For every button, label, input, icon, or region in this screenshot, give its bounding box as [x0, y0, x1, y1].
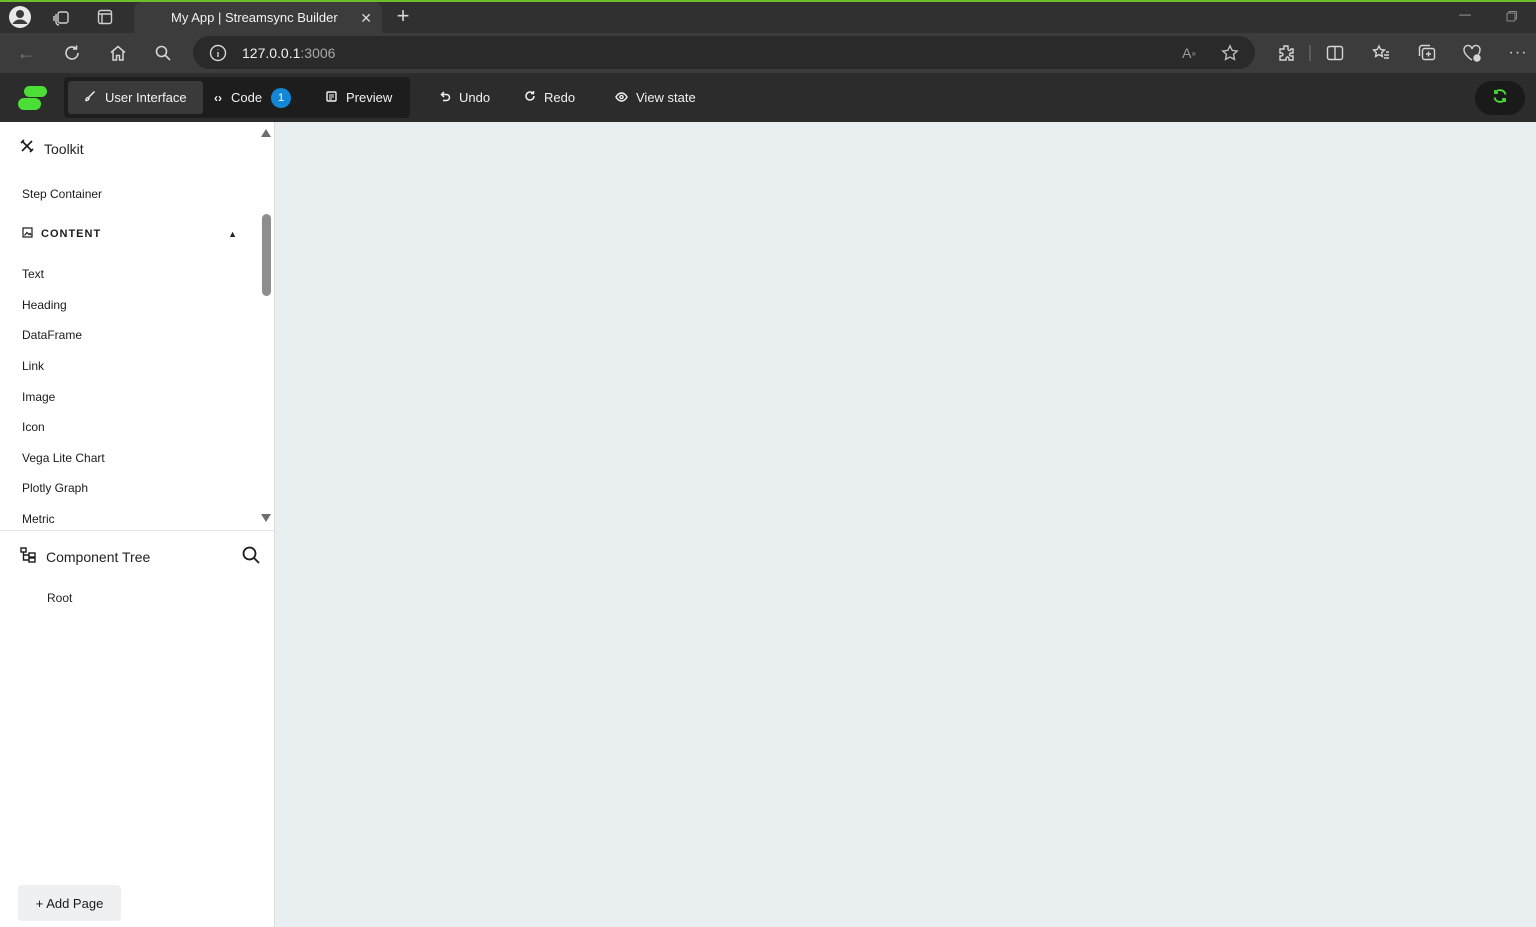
- url-text: 127.0.0.1:3006: [242, 45, 335, 61]
- builder-header: User Interface ‹› Code 1 Preview: [0, 73, 1536, 122]
- tab-title: My App | Streamsync Builder: [171, 10, 338, 25]
- category-content-label: CONTENT: [41, 228, 102, 240]
- toolkit-item-step-container[interactable]: Step Container: [22, 187, 102, 201]
- toolkit-item[interactable]: Image: [22, 390, 55, 404]
- view-state-button[interactable]: View state: [601, 77, 710, 118]
- browser-toolbar: ← 127.0.0.1:3006 A» ···: [0, 33, 1536, 73]
- browser-tab-strip: My App | Streamsync Builder ✕ + ─: [0, 0, 1536, 33]
- favorite-star-icon[interactable]: [1219, 43, 1241, 63]
- mode-code-label: Code: [231, 90, 263, 105]
- mode-switcher: User Interface ‹› Code 1 Preview: [64, 77, 410, 118]
- component-tree-title: Component Tree: [46, 549, 151, 565]
- builder-canvas[interactable]: [275, 122, 1536, 927]
- tree-icon: [20, 546, 36, 568]
- toolkit-item[interactable]: Link: [22, 359, 44, 373]
- toolkit-item[interactable]: Vega Lite Chart: [22, 451, 105, 465]
- read-aloud-icon[interactable]: A»: [1178, 43, 1200, 63]
- workspaces-icon[interactable]: [50, 6, 72, 28]
- site-info-icon[interactable]: [208, 43, 228, 63]
- component-tree-header: Component Tree: [20, 546, 260, 568]
- toolbar-divider: [1309, 45, 1311, 61]
- sync-status-button[interactable]: [1475, 81, 1525, 115]
- preview-icon: [326, 90, 337, 105]
- more-menu-icon[interactable]: ···: [1506, 41, 1530, 65]
- view-state-label: View state: [636, 90, 696, 105]
- undo-icon: [439, 90, 451, 105]
- sync-icon: [1492, 88, 1508, 109]
- split-screen-icon[interactable]: [1323, 41, 1347, 65]
- mode-preview-label: Preview: [346, 90, 393, 105]
- eye-icon: [615, 90, 628, 105]
- builder-sidebar: Toolkit Step Container CONTENT ▲ Text He…: [0, 122, 275, 927]
- extensions-icon[interactable]: [1274, 41, 1298, 65]
- back-icon[interactable]: ←: [14, 42, 38, 64]
- redo-button[interactable]: Redo: [510, 77, 589, 118]
- refresh-icon[interactable]: [60, 42, 84, 64]
- mode-user-interface-button[interactable]: User Interface: [68, 81, 203, 114]
- mode-preview-button[interactable]: Preview: [310, 81, 408, 114]
- scroll-down-arrow-icon[interactable]: [261, 514, 271, 522]
- toolkit-panel[interactable]: Toolkit Step Container CONTENT ▲ Text He…: [0, 122, 275, 531]
- toolkit-item[interactable]: Plotly Graph: [22, 481, 88, 495]
- streamsync-favicon-icon: [144, 10, 162, 26]
- scroll-up-arrow-icon[interactable]: [261, 129, 271, 137]
- code-icon: ‹›: [214, 90, 222, 105]
- code-notification-badge: 1: [271, 87, 292, 108]
- restore-icon[interactable]: [1502, 6, 1522, 26]
- add-page-button[interactable]: + Add Page: [18, 885, 121, 921]
- toolkit-icon: [20, 139, 34, 158]
- tab-actions-icon[interactable]: [94, 6, 116, 28]
- mode-code-button[interactable]: ‹› Code 1: [198, 81, 307, 114]
- streamsync-logo: [18, 86, 48, 110]
- toolkit-item[interactable]: DataFrame: [22, 328, 82, 342]
- undo-label: Undo: [459, 90, 491, 105]
- toolkit-title: Toolkit: [44, 140, 84, 157]
- address-bar[interactable]: 127.0.0.1:3006 A»: [193, 36, 1255, 69]
- toolkit-scrollbar[interactable]: [262, 214, 271, 296]
- tree-search-icon[interactable]: [242, 546, 260, 569]
- image-icon: [22, 225, 33, 243]
- category-content-header[interactable]: CONTENT ▲: [22, 226, 237, 242]
- tree-node-root[interactable]: Root: [47, 591, 72, 605]
- toolkit-header: Toolkit: [20, 139, 84, 158]
- redo-icon: [524, 90, 536, 105]
- profile-icon[interactable]: [7, 4, 33, 30]
- browser-tab-active[interactable]: My App | Streamsync Builder ✕: [134, 2, 382, 33]
- home-icon[interactable]: [106, 42, 130, 64]
- new-tab-icon[interactable]: +: [392, 3, 414, 28]
- minimize-icon[interactable]: ─: [1455, 6, 1475, 26]
- redo-label: Redo: [544, 90, 576, 105]
- tab-close-icon[interactable]: ✕: [360, 10, 372, 27]
- toolkit-item[interactable]: Icon: [22, 420, 45, 434]
- favorites-icon[interactable]: [1369, 41, 1393, 65]
- toolkit-item[interactable]: Text: [22, 267, 44, 281]
- collections-icon[interactable]: [1415, 41, 1439, 65]
- url-host: 127.0.0.1: [242, 45, 301, 61]
- search-icon[interactable]: [151, 42, 175, 64]
- url-port: :3006: [300, 45, 336, 61]
- browser-essentials-icon[interactable]: [1460, 41, 1484, 65]
- brush-icon: [84, 90, 96, 105]
- chevron-up-icon[interactable]: ▲: [228, 229, 237, 239]
- toolkit-item[interactable]: Metric: [22, 512, 55, 526]
- mode-user-interface-label: User Interface: [105, 90, 187, 105]
- toolkit-item[interactable]: Heading: [22, 298, 67, 312]
- undo-button[interactable]: Undo: [425, 77, 504, 118]
